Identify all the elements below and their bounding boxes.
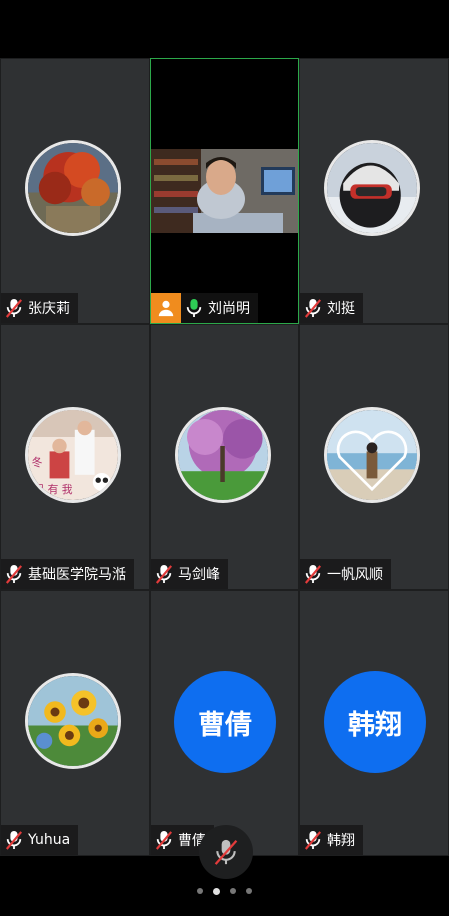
participant-tile[interactable]: 张庆莉	[0, 58, 150, 324]
name-label: Yuhua	[1, 825, 79, 855]
participant-avatar	[25, 140, 121, 236]
participant-name: 马剑峰	[178, 567, 220, 583]
mic-icon	[186, 299, 202, 317]
participant-name: 一帆风顺	[327, 567, 383, 583]
page-dot[interactable]	[246, 888, 252, 894]
person-icon	[158, 300, 174, 317]
name-label: 一帆风顺	[300, 559, 391, 589]
participant-tile[interactable]: 一帆风顺	[299, 324, 449, 590]
name-label: 刘尚明	[181, 293, 258, 323]
participant-tile[interactable]: 曹倩 曹倩	[150, 590, 299, 856]
host-badge	[151, 293, 181, 323]
name-label: 韩翔	[300, 825, 363, 855]
participant-name: 刘挺	[327, 301, 355, 317]
page-indicator[interactable]	[0, 887, 449, 895]
participant-name: 基础医学院马湉	[28, 567, 126, 583]
muted-mic-icon	[304, 831, 322, 850]
participant-tile[interactable]: 马剑峰	[150, 324, 299, 590]
page-dot-active[interactable]	[213, 887, 220, 895]
muted-mic-icon	[304, 565, 322, 584]
svg-text:组 有 我: 组 有 我	[33, 483, 72, 496]
name-label: 刘挺	[300, 293, 363, 323]
participant-tile[interactable]: 刘挺	[299, 58, 449, 324]
muted-mic-icon	[5, 831, 23, 850]
participant-avatar	[324, 407, 420, 503]
muted-mic-icon	[214, 839, 238, 865]
participant-avatar	[324, 140, 420, 236]
muted-mic-icon	[304, 299, 322, 318]
muted-mic-icon	[155, 565, 173, 584]
initials-avatar: 曹倩	[174, 671, 276, 773]
muted-mic-icon	[5, 299, 23, 318]
participant-name: 韩翔	[327, 833, 355, 849]
muted-mic-icon	[5, 565, 23, 584]
name-label: 张庆莉	[1, 293, 78, 323]
participant-avatar	[25, 673, 121, 769]
name-label: 马剑峰	[151, 559, 228, 589]
participant-name: 刘尚明	[208, 301, 250, 317]
page-dot[interactable]	[197, 888, 203, 894]
participant-tile[interactable]: Yuhua	[0, 590, 150, 856]
participant-avatar: 冬 组 有 我	[25, 407, 121, 503]
participant-tile[interactable]: 韩翔 韩翔	[299, 590, 449, 856]
participant-avatar	[175, 407, 271, 503]
svg-text:冬: 冬	[32, 456, 43, 469]
participant-name: 张庆莉	[28, 301, 70, 317]
mute-toggle-button[interactable]	[199, 825, 253, 879]
initials-avatar: 韩翔	[324, 671, 426, 773]
muted-mic-icon	[155, 831, 173, 850]
participant-name: Yuhua	[28, 832, 71, 848]
participant-tile[interactable]: 冬 组 有 我 基础医学院马湉	[0, 324, 150, 590]
active-speaker-tile[interactable]: 刘尚明	[150, 58, 299, 324]
name-label: 基础医学院马湉	[1, 559, 134, 589]
participant-grid: 张庆莉 刘尚明 刘挺 冬 组 有 我 基础医学院马湉 马剑峰 一帆风顺 Yuhu…	[0, 58, 449, 858]
page-dot[interactable]	[230, 888, 236, 894]
participant-video	[151, 149, 298, 235]
